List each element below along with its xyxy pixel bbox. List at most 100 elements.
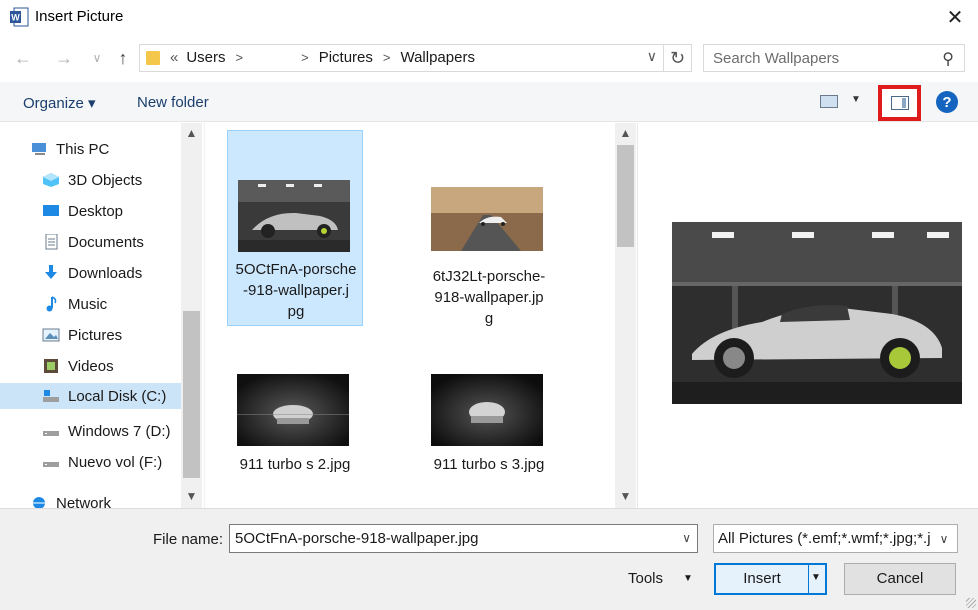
- videos-icon: [44, 359, 58, 373]
- scrollbar-thumb[interactable]: [617, 145, 634, 247]
- recent-locations-button[interactable]: ∨: [86, 46, 108, 70]
- navigation-scrollbar[interactable]: ▲ ▼: [181, 123, 202, 508]
- pc-icon: [32, 143, 46, 155]
- cancel-button[interactable]: Cancel: [844, 563, 956, 595]
- file-item[interactable]: 911 turbo s 2.jpg: [227, 363, 363, 483]
- breadcrumb-overflow[interactable]: «: [170, 49, 178, 66]
- downloads-icon: [45, 265, 57, 279]
- search-icon[interactable]: ⚲: [942, 49, 954, 69]
- chevron-down-icon[interactable]: ∨: [647, 48, 657, 65]
- sidebar-item-label: Pictures: [68, 326, 123, 344]
- breadcrumb: « Users > > Pictures > Wallpapers: [170, 49, 475, 66]
- command-toolbar: Organize ▾ New folder ▼ ?: [0, 82, 978, 122]
- file-name-label: 911 turbo s 3.jpg: [433, 456, 545, 473]
- file-type-filter-select[interactable]: All Pictures (*.emf;*.wmf;*.jpg;*.j ∨: [713, 524, 958, 553]
- new-folder-button[interactable]: New folder: [137, 94, 209, 111]
- file-name-label: 5OCtFnA-porsche -918-wallpaper.j pg: [235, 261, 357, 320]
- sidebar-item-label: Desktop: [68, 202, 124, 220]
- porsche-918-road-thumbnail: [431, 187, 543, 251]
- search-placeholder: Search Wallpapers: [713, 50, 840, 67]
- insert-options-dropdown-icon[interactable]: ▼: [811, 572, 821, 583]
- sidebar-item-videos[interactable]: Videos: [42, 353, 114, 379]
- drive-icon: [43, 431, 59, 436]
- file-item[interactable]: 6tJ32Lt-porsche- 918-wallpaper.jp g: [421, 130, 557, 327]
- address-bar[interactable]: « Users > > Pictures > Wallpapers ∨ ↻: [139, 44, 692, 72]
- scroll-down-arrow-icon[interactable]: ▼: [615, 486, 636, 506]
- chevron-down-icon[interactable]: ∨: [682, 531, 691, 545]
- word-app-icon: W: [10, 7, 29, 27]
- organize-button[interactable]: Organize ▾: [23, 94, 96, 112]
- file-name-label: File name:: [153, 531, 224, 548]
- pictures-icon: [42, 328, 60, 342]
- file-name-value: 5OCtFnA-porsche-918-wallpaper.jpg: [235, 530, 479, 547]
- drive-icon: [43, 462, 59, 467]
- preview-pane-icon: [890, 96, 909, 110]
- porsche-918-thumbnail: [238, 180, 350, 252]
- sidebar-item-label: Downloads: [68, 264, 143, 282]
- breadcrumb-pictures[interactable]: Pictures: [319, 49, 373, 66]
- sidebar-item-documents[interactable]: Documents: [42, 229, 144, 255]
- file-item[interactable]: 5OCtFnA-porsche -918-wallpaper.j pg: [227, 130, 363, 326]
- file-list-pane: 5OCtFnA-porsche -918-wallpaper.j pg 6tJ3…: [204, 123, 636, 508]
- sidebar-item-downloads[interactable]: Downloads: [42, 260, 142, 286]
- sidebar-item-nuevo-vol-f[interactable]: Nuevo vol (F:): [42, 449, 162, 475]
- file-name-field[interactable]: 5OCtFnA-porsche-918-wallpaper.jpg ∨: [229, 524, 698, 553]
- 911-turbo-s-thumbnail: [237, 374, 349, 446]
- forward-button[interactable]: →: [53, 46, 75, 70]
- view-options-dropdown[interactable]: ▼: [851, 94, 861, 105]
- refresh-button[interactable]: ↻: [663, 45, 691, 71]
- svg-text:W: W: [11, 13, 20, 23]
- sidebar-item-label: Windows 7 (D:): [68, 422, 171, 440]
- folder-icon: [146, 51, 160, 65]
- back-button[interactable]: ←: [12, 46, 34, 70]
- insert-button-label: Insert: [743, 570, 781, 587]
- scroll-up-arrow-icon[interactable]: ▲: [615, 123, 636, 143]
- scrollbar-thumb[interactable]: [183, 311, 200, 478]
- 3d-objects-icon: [43, 173, 59, 187]
- sidebar-item-label: Videos: [68, 357, 114, 375]
- sidebar-item-label: 3D Objects: [68, 171, 143, 189]
- navigation-bar: ← → ∨ ↑ « Users > > Pictures > Wallpaper…: [0, 38, 978, 78]
- preview-pane-button[interactable]: [878, 85, 921, 121]
- tools-button[interactable]: Tools: [628, 570, 663, 587]
- 911-turbo-s-thumbnail: [431, 374, 543, 446]
- breadcrumb-users[interactable]: Users: [186, 49, 225, 66]
- sidebar-item-music[interactable]: Music: [42, 291, 107, 317]
- file-list-scrollbar[interactable]: ▲ ▼: [615, 123, 636, 508]
- desktop-icon: [43, 205, 59, 216]
- local-disk-icon: [43, 390, 59, 402]
- window-title: Insert Picture: [35, 8, 124, 25]
- resize-grip-icon[interactable]: [966, 598, 976, 608]
- sidebar-item-windows-7-d[interactable]: Windows 7 (D:): [42, 418, 171, 444]
- porsche-918-preview-image: [672, 222, 962, 404]
- sidebar-item-this-pc[interactable]: This PC: [30, 136, 109, 162]
- breadcrumb-wallpapers[interactable]: Wallpapers: [400, 49, 474, 66]
- chevron-right-icon: >: [382, 50, 391, 65]
- search-input[interactable]: Search Wallpapers ⚲: [703, 44, 965, 72]
- sidebar-item-label: Nuevo vol (F:): [68, 453, 163, 471]
- sidebar-item-label: Documents: [68, 233, 144, 251]
- sidebar-item-local-disk-c[interactable]: Local Disk (C:): [0, 383, 181, 409]
- file-name-label: 6tJ32Lt-porsche- 918-wallpaper.jp g: [432, 268, 546, 327]
- scroll-up-arrow-icon[interactable]: ▲: [181, 123, 202, 143]
- music-icon: [46, 296, 57, 312]
- chevron-right-icon: >: [301, 50, 309, 65]
- sidebar-item-desktop[interactable]: Desktop: [42, 198, 123, 224]
- split-divider: [808, 565, 809, 593]
- file-item[interactable]: 911 turbo s 3.jpg: [421, 363, 557, 483]
- file-type-filter-value: All Pictures (*.emf;*.wmf;*.jpg;*.j: [718, 530, 931, 547]
- insert-button[interactable]: Insert ▼: [714, 563, 827, 595]
- title-bar: W Insert Picture ✕: [0, 0, 978, 36]
- file-name-label: 911 turbo s 2.jpg: [239, 456, 351, 473]
- tools-dropdown-arrow-icon[interactable]: ▼: [683, 573, 693, 584]
- up-button[interactable]: ↑: [112, 46, 134, 70]
- help-button[interactable]: ?: [936, 91, 958, 113]
- sidebar-item-3d-objects[interactable]: 3D Objects: [42, 167, 142, 193]
- sidebar-item-label: This PC: [56, 140, 110, 158]
- sidebar-item-label: Local Disk (C:): [68, 387, 167, 405]
- sidebar-item-pictures[interactable]: Pictures: [42, 322, 122, 348]
- chevron-down-icon[interactable]: ∨: [935, 528, 953, 550]
- close-button[interactable]: ✕: [932, 0, 978, 34]
- change-view-icon[interactable]: [820, 95, 838, 108]
- scroll-down-arrow-icon[interactable]: ▼: [181, 486, 202, 506]
